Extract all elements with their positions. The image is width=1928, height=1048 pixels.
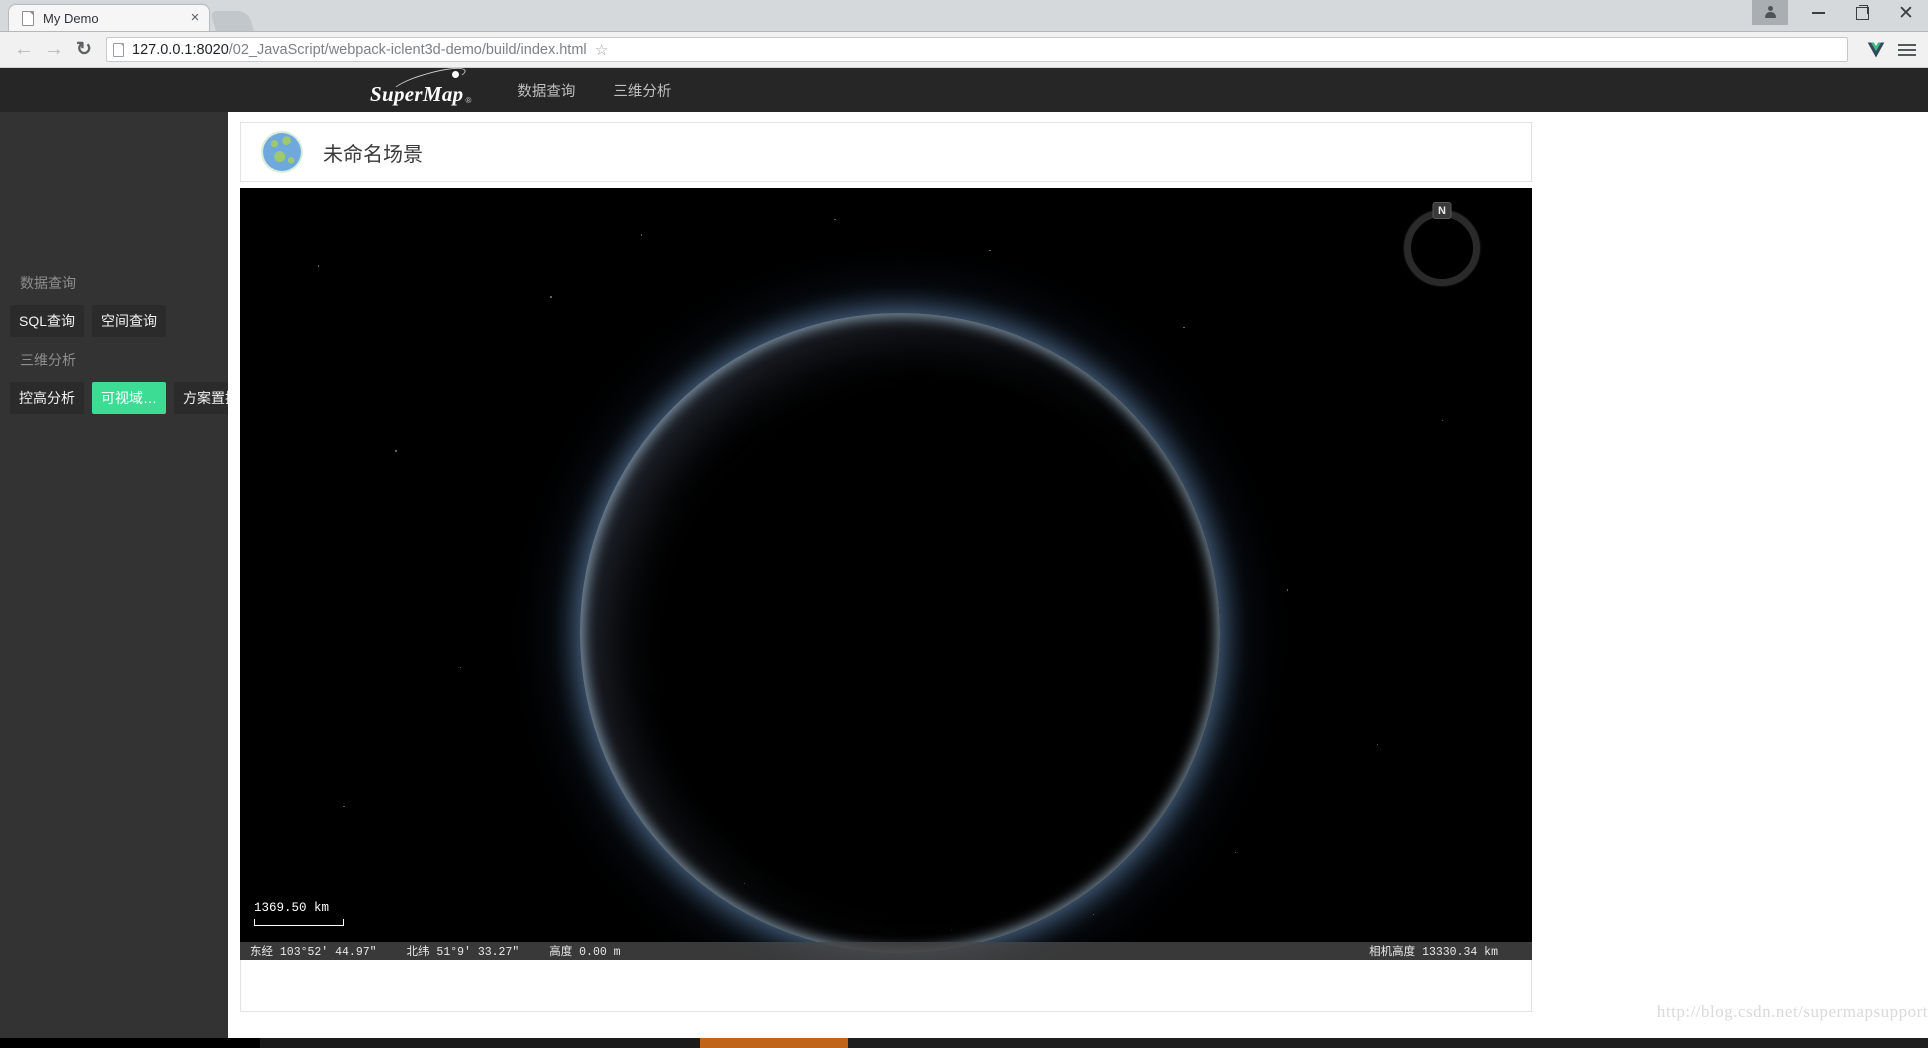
globe-icon [263, 133, 301, 171]
scene-title: 未命名场景 [323, 143, 423, 166]
page-body: 数据查询 SQL查询 空间查询 三维分析 控高分析 可视域… 方案置换 ‹ › [0, 112, 1928, 1048]
supermap-logo: SuperMap ® [370, 62, 472, 105]
browser-window: My Demo × ✕ ← → ↻ 127.0.0.1:8020/02_Java… [0, 0, 1928, 1048]
scale-bar-graphic [254, 919, 344, 926]
sidebar-group-title-3d-analysis: 三维分析 [20, 352, 76, 368]
chrome-menu-icon[interactable] [1896, 43, 1918, 56]
page-icon [21, 10, 35, 26]
status-altitude: 高度 0.00 m [549, 946, 621, 959]
compass-ring [1404, 210, 1480, 286]
sidebar-button-row-3d-analysis: 控高分析 可视域… 方案置换 [10, 382, 248, 414]
web-page: SuperMap ® 数据查询 三维分析 数据查询 SQL查询 空间查询 三维分… [0, 62, 1928, 1048]
sidebar-button-row-data-query: SQL查询 空间查询 [10, 305, 167, 337]
scale-bar: 1369.50 km [254, 901, 344, 926]
back-icon[interactable]: ← [10, 36, 38, 64]
sidebar-group-3d-analysis: 三维分析 控高分析 可视域… 方案置换 [0, 350, 258, 414]
url-text: 127.0.0.1:8020/02_JavaScript/webpack-icl… [132, 42, 587, 58]
height-control-analysis-button[interactable]: 控高分析 [10, 382, 84, 414]
scale-bar-label: 1369.50 km [254, 901, 330, 915]
close-icon[interactable]: × [187, 10, 203, 26]
bookmark-star-icon[interactable]: ☆ [591, 41, 613, 59]
status-longitude: 东经 103°52′ 44.97″ [250, 946, 377, 959]
person-icon [1764, 6, 1776, 18]
scene-footer [240, 960, 1532, 1012]
scene-container: 未命名场景 N 1369.50 km 东经 103°52′ 44.97″ 北纬 … [228, 112, 1544, 1048]
url-host: 127.0.0.1:8020 [132, 41, 229, 58]
status-latitude: 北纬 51°9′ 33.27″ [406, 946, 520, 959]
address-bar[interactable]: 127.0.0.1:8020/02_JavaScript/webpack-icl… [106, 37, 1848, 62]
sidebar-group-title-data-query: 数据查询 [20, 275, 76, 291]
taskbar-right-segment [848, 1038, 1928, 1048]
extension-icons [1856, 40, 1918, 60]
close-window-button[interactable]: ✕ [1884, 0, 1928, 27]
left-sidebar: 数据查询 SQL查询 空间查询 三维分析 控高分析 可视域… 方案置换 [0, 112, 248, 1048]
compass-widget[interactable]: N [1404, 202, 1480, 286]
minimize-button[interactable] [1796, 0, 1840, 27]
globe-viewer[interactable]: N 1369.50 km 东经 103°52′ 44.97″ 北纬 51°9′ … [240, 188, 1532, 960]
window-controls: ✕ [1752, 0, 1928, 31]
sidebar-group-data-query: 数据查询 SQL查询 空间查询 [0, 273, 176, 337]
page-info-icon [113, 42, 125, 57]
reload-icon[interactable]: ↻ [70, 36, 98, 64]
site-header: SuperMap ® 数据查询 三维分析 [0, 62, 1928, 112]
viewshed-analysis-button[interactable]: 可视域… [92, 382, 166, 414]
maximize-button[interactable] [1840, 0, 1884, 27]
new-tab-button[interactable] [210, 11, 254, 31]
browser-toolbar: ← → ↻ 127.0.0.1:8020/02_JavaScript/webpa… [0, 32, 1928, 68]
sql-query-button[interactable]: SQL查询 [10, 305, 85, 337]
taskbar-active-window-item[interactable] [700, 1038, 848, 1048]
scene-status-bar: 东经 103°52′ 44.97″ 北纬 51°9′ 33.27″ 高度 0.0… [240, 942, 1532, 960]
nav-item-data-query[interactable]: 数据查询 [517, 80, 575, 101]
forward-icon[interactable]: → [40, 36, 68, 64]
spatial-query-button[interactable]: 空间查询 [92, 305, 167, 337]
nav-item-3d-analysis[interactable]: 三维分析 [613, 80, 671, 101]
vue-devtools-icon[interactable] [1866, 40, 1886, 60]
url-path: /02_JavaScript/webpack-iclent3d-demo/bui… [228, 41, 587, 58]
tab-strip: My Demo × [0, 0, 254, 31]
tab-title: My Demo [43, 10, 99, 26]
os-taskbar [0, 1038, 1928, 1048]
avatar[interactable] [1752, 0, 1788, 25]
taskbar-left-segment [0, 1038, 260, 1048]
earth-globe [580, 313, 1220, 953]
browser-tab[interactable]: My Demo × [8, 4, 210, 31]
status-camera-height: 相机高度 13330.34 km [1369, 946, 1498, 959]
browser-titlebar: My Demo × ✕ [0, 0, 1928, 32]
watermark-text: http://blog.csdn.net/supermapsupport [1656, 1002, 1928, 1021]
compass-north-marker: N [1432, 202, 1452, 219]
logo-registered-mark: ® [465, 96, 472, 105]
scene-header: 未命名场景 [240, 122, 1532, 182]
